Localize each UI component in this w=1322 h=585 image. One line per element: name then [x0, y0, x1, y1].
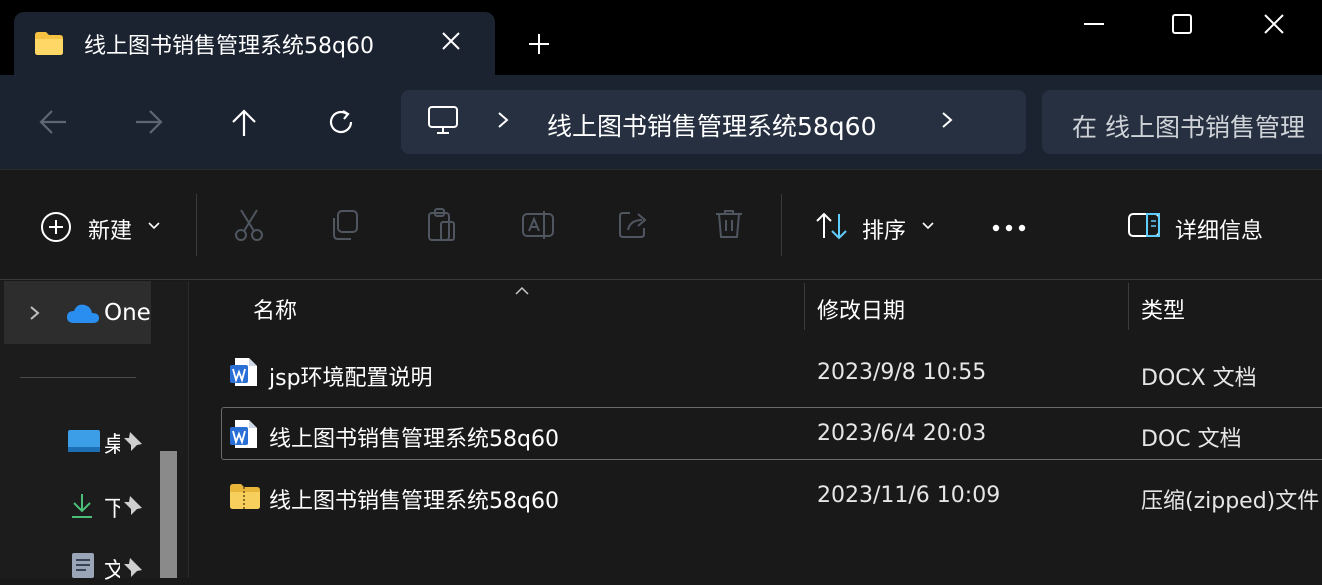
desktop-icon	[67, 429, 101, 457]
sidebar-item-desktop[interactable]: 桌	[104, 427, 120, 459]
share-icon[interactable]	[618, 208, 650, 244]
forward-icon[interactable]	[134, 108, 164, 140]
sort-button[interactable]: 排序	[862, 213, 906, 245]
file-name[interactable]: 线上图书销售管理系统58q60	[269, 483, 559, 515]
details-button[interactable]: 详细信息	[1175, 213, 1263, 245]
file-type: DOCX 文档	[1141, 366, 1257, 391]
breadcrumb-chevron-icon[interactable]	[496, 106, 510, 138]
refresh-icon[interactable]	[327, 108, 355, 140]
breadcrumb-chevron-icon[interactable]	[940, 106, 954, 138]
onedrive-icon	[66, 301, 100, 329]
file-name[interactable]: 线上图书销售管理系统58q60	[269, 421, 559, 453]
file-name[interactable]: jsp环境配置说明	[269, 360, 433, 392]
cut-icon[interactable]	[233, 208, 265, 246]
file-type: DOC 文档	[1141, 427, 1242, 452]
file-modified: 2023/6/4 20:03	[817, 421, 987, 446]
chevron-down-icon[interactable]	[921, 218, 935, 237]
sidebar-item-label: One	[104, 300, 151, 326]
back-icon[interactable]	[38, 108, 68, 140]
sort-icon[interactable]	[815, 211, 849, 245]
details-pane-icon[interactable]	[1127, 211, 1161, 243]
more-options-icon[interactable]	[990, 219, 1028, 238]
paste-icon[interactable]	[425, 207, 457, 247]
copy-icon[interactable]	[329, 208, 361, 246]
column-divider[interactable]	[804, 283, 805, 330]
file-modified: 2023/11/6 10:09	[817, 483, 1001, 508]
sort-ascending-icon	[514, 281, 530, 300]
file-type: 压缩(zipped)文件	[1141, 489, 1320, 514]
tab-title: 线上图书销售管理系统58q60	[84, 34, 374, 59]
search-placeholder[interactable]: 在 线上图书销售管理	[1072, 108, 1305, 144]
pin-icon	[122, 494, 144, 520]
folder-icon	[34, 30, 64, 60]
column-header-name[interactable]: 名称	[253, 293, 297, 325]
word-doc-icon	[229, 419, 259, 453]
rename-icon[interactable]	[521, 208, 555, 246]
new-tab-icon[interactable]	[527, 32, 551, 60]
delete-icon[interactable]	[714, 208, 744, 244]
new-plus-icon[interactable]	[40, 211, 72, 247]
maximize-icon[interactable]	[1170, 12, 1194, 40]
column-header-modified[interactable]: 修改日期	[817, 293, 905, 325]
close-icon[interactable]	[1262, 12, 1286, 40]
column-divider[interactable]	[1128, 283, 1129, 330]
sidebar-item-documents[interactable]: 文	[104, 553, 120, 585]
zip-folder-icon	[229, 482, 261, 514]
pin-icon	[122, 430, 144, 456]
close-tab-icon[interactable]	[440, 30, 462, 56]
word-doc-icon	[229, 357, 259, 391]
breadcrumb-current[interactable]: 线上图书销售管理系统58q60	[547, 107, 877, 143]
chevron-down-icon[interactable]	[147, 218, 161, 237]
toolbar-divider	[196, 194, 197, 256]
command-bar	[0, 169, 1322, 280]
toolbar-divider	[781, 194, 782, 256]
download-icon	[70, 492, 94, 524]
file-modified: 2023/9/8 10:55	[817, 360, 987, 385]
sidebar-scroll-thumb[interactable]	[160, 451, 177, 578]
sidebar-item-downloads[interactable]: 下	[104, 491, 120, 523]
this-pc-icon[interactable]	[427, 104, 459, 140]
up-icon[interactable]	[230, 108, 258, 142]
minimize-icon[interactable]	[1082, 12, 1106, 40]
sidebar-divider	[20, 377, 136, 378]
pin-icon	[122, 556, 144, 582]
new-button[interactable]: 新建	[88, 213, 132, 245]
column-header-type[interactable]: 类型	[1141, 293, 1185, 325]
expand-chevron-icon[interactable]	[28, 304, 42, 326]
